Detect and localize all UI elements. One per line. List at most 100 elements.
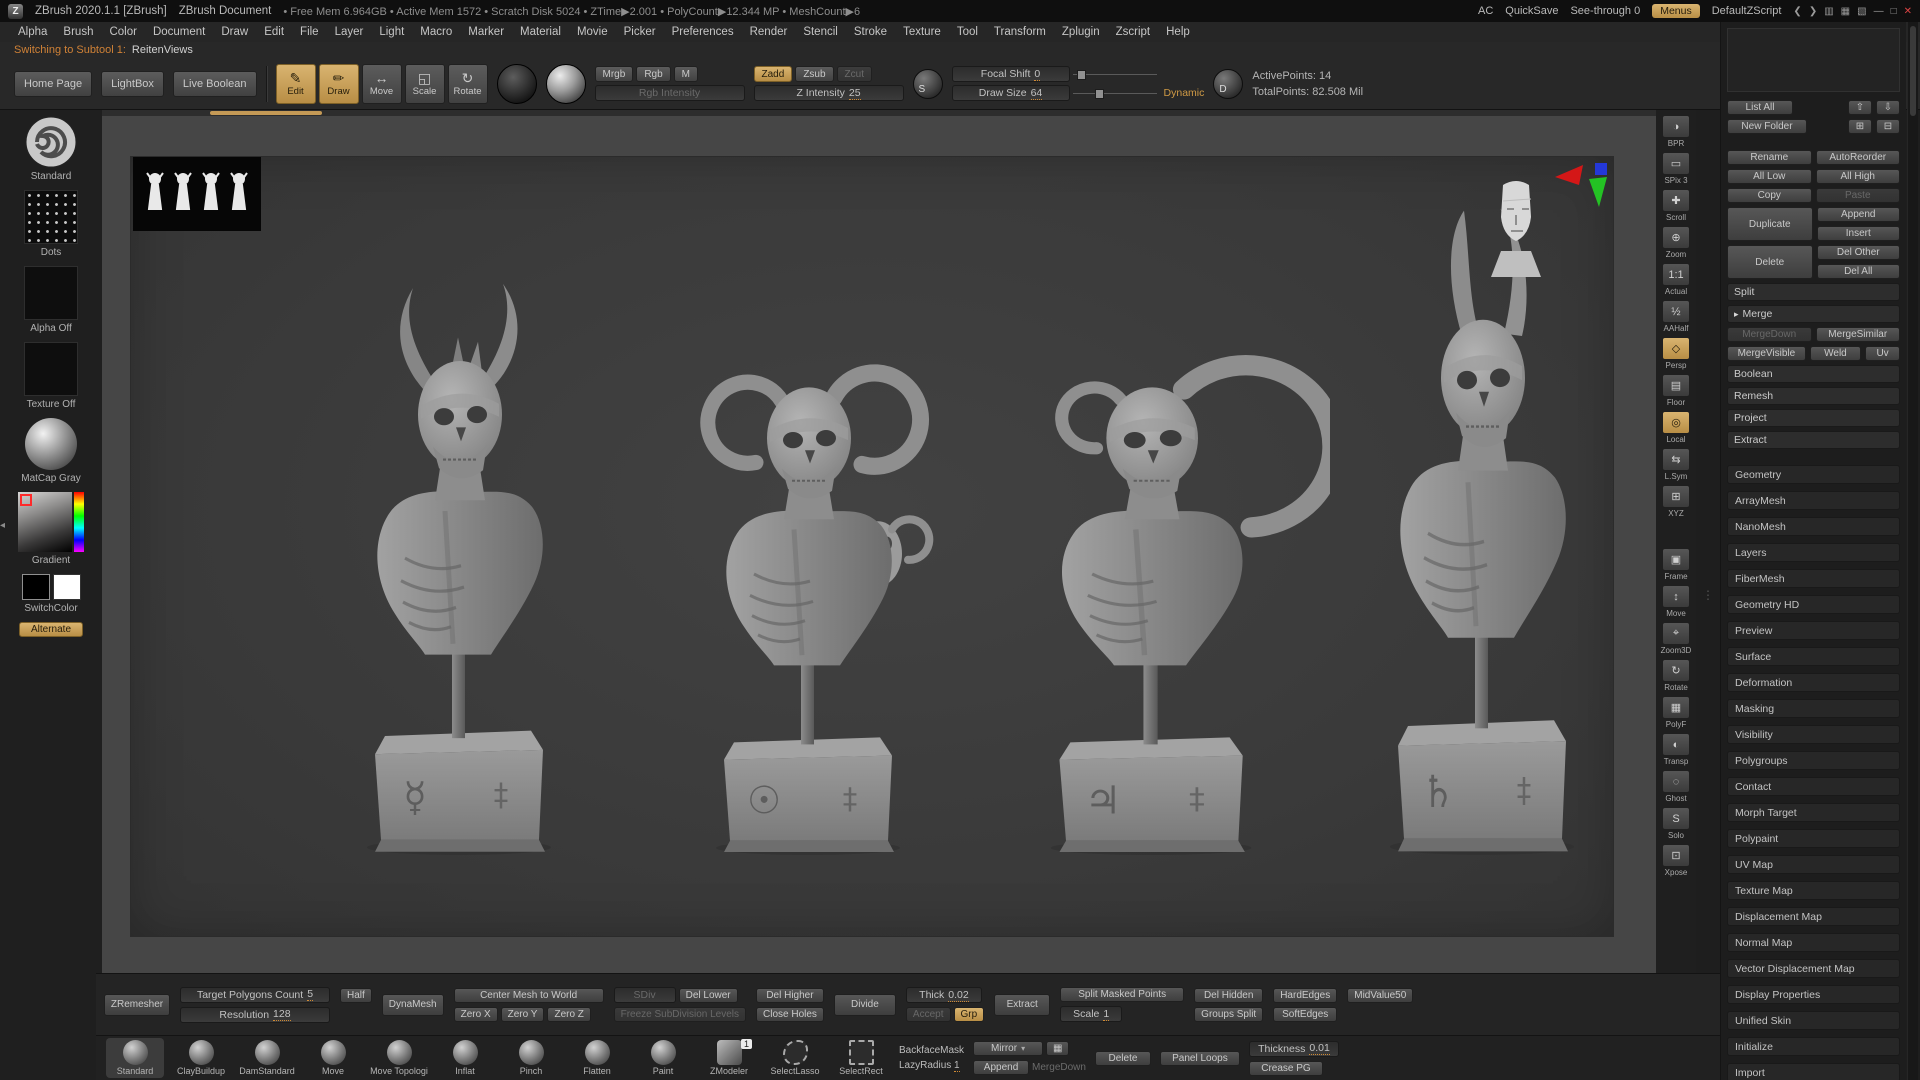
sculpture-2[interactable]: ☉ ‡ bbox=[642, 288, 972, 856]
rename-button[interactable]: Rename bbox=[1727, 150, 1812, 165]
stroke-alpha-picker[interactable] bbox=[497, 64, 537, 104]
sculpture-3[interactable]: ♃ ‡ bbox=[970, 288, 1330, 856]
palette-section-header[interactable]: Display Properties bbox=[1727, 985, 1900, 1004]
right-shelf-button[interactable]: ✚ Scroll bbox=[1659, 188, 1693, 223]
menu-item[interactable]: Zplugin bbox=[1054, 24, 1108, 40]
groups-split-button[interactable]: Groups Split bbox=[1194, 1007, 1263, 1022]
focal-shift-track[interactable] bbox=[1073, 74, 1157, 75]
menu-item[interactable]: Light bbox=[371, 24, 412, 40]
mergedown-tray-button[interactable]: MergeDown bbox=[1032, 1062, 1086, 1073]
folder-up-icon[interactable]: ⊞ bbox=[1848, 119, 1872, 134]
menu-item[interactable]: Tool bbox=[949, 24, 986, 40]
all-high-button[interactable]: All High bbox=[1816, 169, 1901, 184]
zero-x-button[interactable]: Zero X bbox=[454, 1007, 498, 1022]
palette-section-header[interactable]: Layers bbox=[1727, 543, 1900, 562]
brush-item[interactable]: SelectLasso bbox=[766, 1040, 824, 1076]
mirror-grid-icon[interactable]: ▦ bbox=[1046, 1041, 1069, 1056]
right-shelf-button[interactable]: S Solo bbox=[1659, 806, 1693, 841]
lightbox-button[interactable]: LightBox bbox=[101, 71, 164, 97]
document-canvas[interactable]: ☿ ‡ ☉ ‡ bbox=[130, 156, 1614, 937]
live-boolean-button[interactable]: Live Boolean bbox=[173, 71, 257, 97]
right-shelf-button[interactable]: ▤ Floor bbox=[1659, 373, 1693, 408]
palette-section-header[interactable]: Texture Map bbox=[1727, 881, 1900, 900]
scale-slider[interactable]: Scale 1 bbox=[1060, 1006, 1122, 1022]
menu-item[interactable]: Layer bbox=[327, 24, 372, 40]
menus-button[interactable]: Menus bbox=[1652, 4, 1700, 18]
close-holes-button[interactable]: Close Holes bbox=[756, 1007, 824, 1022]
menu-item[interactable]: Help bbox=[1158, 24, 1198, 40]
window-control-icon[interactable]: ▧ bbox=[1857, 6, 1866, 17]
brush-item[interactable]: DamStandard bbox=[238, 1040, 296, 1076]
duplicate-button[interactable]: Duplicate bbox=[1727, 207, 1813, 241]
paint-mode-button[interactable]: Mrgb bbox=[595, 66, 634, 82]
palette-section-header[interactable]: Unified Skin bbox=[1727, 1011, 1900, 1030]
palette-section-header[interactable]: Initialize bbox=[1727, 1037, 1900, 1056]
material-picker[interactable] bbox=[546, 64, 586, 104]
mergedown-button[interactable]: MergeDown bbox=[1727, 327, 1812, 342]
sculpt-mode-button[interactable]: Zsub bbox=[795, 66, 833, 82]
brush-item[interactable]: Inflat bbox=[436, 1040, 494, 1076]
menu-item[interactable]: Stroke bbox=[846, 24, 895, 40]
right-shelf-button[interactable]: ⊞ XYZ bbox=[1659, 484, 1693, 519]
focal-shift-slider[interactable]: Focal Shift 0 bbox=[952, 66, 1070, 82]
sculpture-1[interactable]: ☿ ‡ bbox=[293, 256, 623, 856]
subtool-up-icon[interactable]: ⇧ bbox=[1848, 100, 1872, 115]
window-control-icon[interactable]: ▥ bbox=[1824, 6, 1833, 17]
zero-y-button[interactable]: Zero Y bbox=[501, 1007, 545, 1022]
del-other-button[interactable]: Del Other bbox=[1817, 245, 1901, 260]
del-higher-button[interactable]: Del Higher bbox=[756, 988, 824, 1003]
menu-item[interactable]: Color bbox=[101, 24, 144, 40]
list-all-button[interactable]: List All bbox=[1727, 100, 1793, 115]
zremesher-button[interactable]: ZRemesher bbox=[104, 994, 170, 1016]
menu-item[interactable]: Document bbox=[145, 24, 213, 40]
window-control-icon[interactable]: — bbox=[1874, 6, 1884, 17]
color-picker[interactable]: Gradient bbox=[18, 492, 84, 566]
crease-pg-button[interactable]: Crease PG bbox=[1249, 1061, 1323, 1076]
right-shelf-button[interactable]: 1:1 Actual bbox=[1659, 262, 1693, 297]
divide-button[interactable]: Divide bbox=[834, 994, 896, 1016]
canvas-hscrollbar-thumb[interactable] bbox=[210, 111, 322, 115]
palette-section-header[interactable]: Surface bbox=[1727, 647, 1900, 666]
palette-section-header[interactable]: Import bbox=[1727, 1063, 1900, 1080]
palette-subsection-header[interactable]: Extract bbox=[1727, 431, 1900, 449]
zero-z-button[interactable]: Zero Z bbox=[547, 1007, 590, 1022]
palette-section-header[interactable]: ArrayMesh bbox=[1727, 491, 1900, 510]
palette-section-header[interactable]: Morph Target bbox=[1727, 803, 1900, 822]
right-shelf-button[interactable]: ⇆ L.Sym bbox=[1659, 447, 1693, 482]
freeze-subdivision-button[interactable]: Freeze SubDivision Levels bbox=[614, 1007, 746, 1022]
palette-section-header[interactable]: FiberMesh bbox=[1727, 569, 1900, 588]
accept-button[interactable]: Accept bbox=[906, 1007, 951, 1022]
palette-section-header[interactable]: Masking bbox=[1727, 699, 1900, 718]
dynamic-draw-size-toggle[interactable]: Dynamic bbox=[1164, 87, 1205, 99]
menu-item[interactable]: Picker bbox=[616, 24, 664, 40]
transform-mode-button[interactable]: ↻ Rotate bbox=[448, 64, 488, 104]
palette-section-header[interactable]: NanoMesh bbox=[1727, 517, 1900, 536]
insert-button[interactable]: Insert bbox=[1817, 226, 1901, 241]
palette-subsection-header[interactable]: Boolean bbox=[1727, 365, 1900, 383]
palette-subsection-header[interactable]: Project bbox=[1727, 409, 1900, 427]
draw-size-track[interactable] bbox=[1073, 93, 1157, 94]
window-control-icon[interactable]: ❮ bbox=[1793, 6, 1801, 17]
sculpt-mode-button[interactable]: Zcut bbox=[837, 66, 872, 82]
axis-y-icon[interactable] bbox=[1589, 177, 1607, 207]
sculpture-4[interactable]: ♄ ‡ bbox=[1316, 206, 1614, 856]
right-shelf-button[interactable]: ◎ Local bbox=[1659, 410, 1693, 445]
brush-item[interactable]: 1 ZModeler bbox=[700, 1040, 758, 1076]
menu-item[interactable]: File bbox=[292, 24, 327, 40]
brush-item[interactable]: ClayBuildup bbox=[172, 1040, 230, 1076]
all-low-button[interactable]: All Low bbox=[1727, 169, 1812, 184]
right-shelf-button[interactable]: ◐ Transp bbox=[1659, 732, 1693, 767]
backfacemask-toggle[interactable]: BackfaceMask bbox=[899, 1045, 964, 1056]
right-shelf-button[interactable]: ◑ BPR bbox=[1659, 114, 1693, 149]
del-lower-button[interactable]: Del Lower bbox=[679, 988, 738, 1003]
center-mesh-button[interactable]: Center Mesh to World bbox=[454, 988, 604, 1003]
delete-tray-button[interactable]: Delete bbox=[1095, 1051, 1151, 1066]
hardedges-button[interactable]: HardEdges bbox=[1273, 988, 1337, 1003]
half-button[interactable]: Half bbox=[340, 988, 372, 1003]
stroke-knob[interactable]: S bbox=[913, 69, 943, 99]
menu-item[interactable]: Movie bbox=[569, 24, 616, 40]
z-intensity-slider[interactable]: Z Intensity 25 bbox=[754, 85, 904, 101]
brush-item[interactable]: Move bbox=[304, 1040, 362, 1076]
autoreorder-button[interactable]: AutoReorder bbox=[1816, 150, 1901, 165]
mergesimilar-button[interactable]: MergeSimilar bbox=[1816, 327, 1901, 342]
